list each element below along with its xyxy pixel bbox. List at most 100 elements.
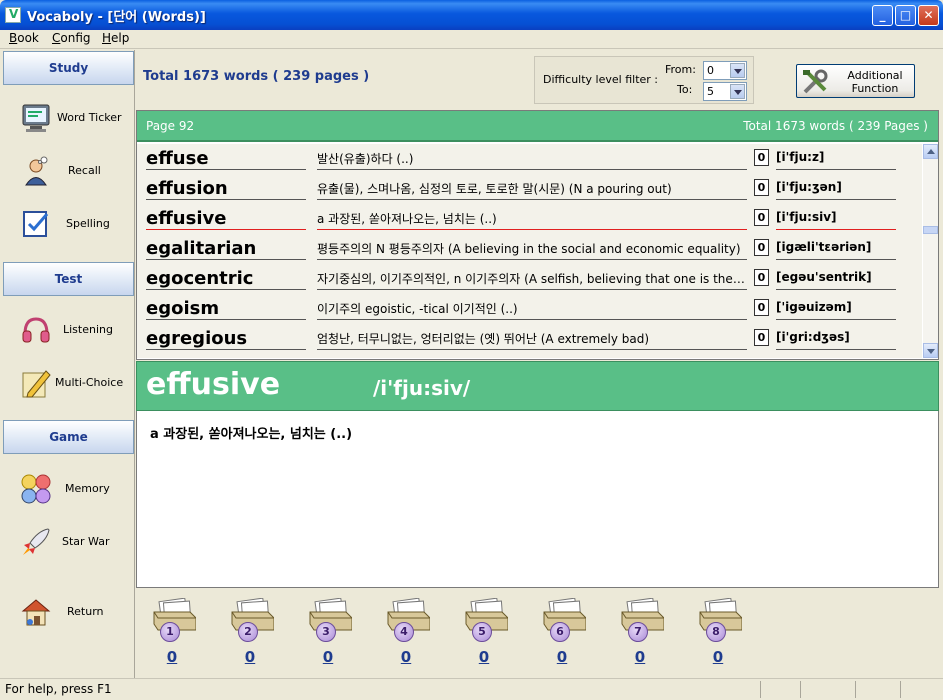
- box-count-link[interactable]: 0: [240, 648, 260, 666]
- home-icon: [21, 599, 51, 626]
- review-box-4[interactable]: 40: [382, 594, 442, 674]
- page-total: Total 1673 words ( 239 Pages ): [743, 119, 928, 133]
- review-box-2[interactable]: 20: [226, 594, 286, 674]
- row-pronunciation: [i'fju:siv]: [776, 210, 896, 230]
- difficulty-filter: Difficulty level filter : From: To: 0 5: [534, 56, 754, 104]
- maximize-button[interactable]: □: [895, 5, 916, 26]
- row-pronunciation: [egəu'sentrik]: [776, 270, 896, 290]
- review-box-8[interactable]: 80: [694, 594, 754, 674]
- word-rows: effuse 발산(유출)하다 (..) 0 [i'fju:z] effusion 유출(…: [137, 144, 922, 358]
- box-count-link[interactable]: 0: [318, 648, 338, 666]
- box-count-link[interactable]: 0: [552, 648, 572, 666]
- table-row[interactable]: egalitarian 평등주의의 N 평등주의자 (A believing in…: [137, 234, 922, 264]
- row-word: egregious: [146, 328, 306, 350]
- menu-help[interactable]: Help: [102, 31, 129, 45]
- row-count-badge[interactable]: 0: [754, 179, 769, 196]
- row-count-badge[interactable]: 0: [754, 299, 769, 316]
- detail-header: effusive /i'fju:siv/: [136, 361, 939, 411]
- box-count-link[interactable]: 0: [474, 648, 494, 666]
- sidebar-item-recall[interactable]: Recall: [16, 149, 134, 195]
- additional-function-button[interactable]: Additional Function: [796, 64, 915, 98]
- box-count-link[interactable]: 0: [708, 648, 728, 666]
- recall-label: Recall: [68, 164, 101, 177]
- game-section-button[interactable]: Game: [3, 420, 134, 454]
- total-words-summary: Total 1673 words ( 239 pages ): [143, 69, 370, 84]
- table-row[interactable]: egregious 엄청난, 터무니없는, 엉터리없는 (옛) 뛰어난 (A ex…: [137, 324, 922, 354]
- sidebar-item-return[interactable]: Return: [16, 590, 134, 636]
- table-row[interactable]: egoism 이기주의 egoistic, -tical 이기적인 (..) 0 ['…: [137, 294, 922, 324]
- title-bar[interactable]: Vocaboly - [단어 (Words)] _ □ ✕: [0, 0, 943, 30]
- scroll-thumb[interactable]: [923, 226, 938, 234]
- review-box-7[interactable]: 70: [616, 594, 676, 674]
- minimize-button[interactable]: _: [872, 5, 893, 26]
- row-count-badge[interactable]: 0: [754, 149, 769, 166]
- row-meaning: 이기주의 egoistic, -tical 이기적인 (..): [317, 300, 747, 320]
- to-select[interactable]: 5: [703, 82, 747, 101]
- box-number: 3: [316, 622, 336, 642]
- row-meaning: a 과장된, 쏟아져나오는, 넘치는 (..): [317, 210, 747, 230]
- row-pronunciation: ['igəuizəm]: [776, 300, 896, 320]
- scroll-down-icon[interactable]: [923, 343, 938, 358]
- study-section-button[interactable]: Study: [3, 51, 134, 85]
- row-meaning: 엄청난, 터무니없는, 엉터리없는 (옛) 뛰어난 (A extremely b…: [317, 330, 747, 350]
- box-number: 7: [628, 622, 648, 642]
- row-pronunciation: [igæli'tɛəriən]: [776, 240, 896, 260]
- detail-pronunciation: /i'fju:siv/: [373, 376, 471, 400]
- monitor-icon: [22, 104, 50, 132]
- table-row[interactable]: egocentric 자기중심의, 이기주의적인, n 이기주의자 (A self…: [137, 264, 922, 294]
- table-row[interactable]: effusive a 과장된, 쏟아져나오는, 넘치는 (..) 0 [i'fju:s…: [137, 204, 922, 234]
- app-window: Vocaboly - [단어 (Words)] _ □ ✕ Book Confi…: [0, 0, 943, 700]
- sidebar-item-listening[interactable]: Listening: [16, 308, 134, 354]
- box-count-link[interactable]: 0: [162, 648, 182, 666]
- faces-icon: [21, 474, 51, 504]
- row-word: egalitarian: [146, 238, 306, 260]
- box-count-link[interactable]: 0: [630, 648, 650, 666]
- review-box-1[interactable]: 10: [148, 594, 208, 674]
- chevron-down-icon[interactable]: [730, 63, 745, 78]
- status-divider: [855, 681, 856, 698]
- review-box-3[interactable]: 30: [304, 594, 364, 674]
- row-meaning: 자기중심의, 이기주의적인, n 이기주의자 (A selfish, belie…: [317, 270, 747, 290]
- sidebar: Study Word Ticker Recall Spelling Test L…: [0, 50, 135, 678]
- listening-label: Listening: [63, 323, 113, 336]
- row-count-badge[interactable]: 0: [754, 269, 769, 286]
- table-row[interactable]: effusion 유출(물), 스며나옴, 심정의 토로, 토로한 말(시문) (…: [137, 174, 922, 204]
- rocket-icon: [23, 528, 50, 555]
- row-count-badge[interactable]: 0: [754, 329, 769, 346]
- window-title: Vocaboly - [단어 (Words)]: [27, 10, 206, 25]
- box-count-link[interactable]: 0: [396, 648, 416, 666]
- box-number: 2: [238, 622, 258, 642]
- from-value: 0: [707, 64, 714, 77]
- row-meaning: 유출(물), 스며나옴, 심정의 토로, 토로한 말(시문) (N a pour…: [317, 180, 747, 200]
- sidebar-item-star-war[interactable]: Star War: [16, 520, 134, 566]
- menu-bar: Book Config Help: [0, 30, 943, 49]
- box-number: 4: [394, 622, 414, 642]
- page-header: Page 92 Total 1673 words ( 239 Pages ): [137, 111, 938, 142]
- chevron-down-icon[interactable]: [730, 84, 745, 99]
- box-number: 8: [706, 622, 726, 642]
- box-number: 1: [160, 622, 180, 642]
- vertical-scrollbar[interactable]: [923, 144, 938, 358]
- from-select[interactable]: 0: [703, 61, 747, 80]
- sidebar-item-multi-choice[interactable]: Multi-Choice: [16, 361, 134, 407]
- sidebar-item-word-ticker[interactable]: Word Ticker: [16, 96, 134, 142]
- menu-book[interactable]: Book: [9, 31, 39, 45]
- review-box-6[interactable]: 60: [538, 594, 598, 674]
- sidebar-item-memory[interactable]: Memory: [16, 467, 134, 513]
- box-number: 6: [550, 622, 570, 642]
- row-word: effuse: [146, 148, 306, 170]
- test-section-button[interactable]: Test: [3, 262, 134, 296]
- table-row[interactable]: effuse 발산(유출)하다 (..) 0 [i'fju:z]: [137, 144, 922, 174]
- close-button[interactable]: ✕: [918, 5, 939, 26]
- row-count-badge[interactable]: 0: [754, 239, 769, 256]
- app-icon[interactable]: [5, 7, 21, 23]
- box-number: 5: [472, 622, 492, 642]
- row-pronunciation: [i'gri:dʒəs]: [776, 330, 896, 350]
- row-word: egocentric: [146, 268, 306, 290]
- menu-config[interactable]: Config: [52, 31, 91, 45]
- review-box-5[interactable]: 50: [460, 594, 520, 674]
- row-count-badge[interactable]: 0: [754, 209, 769, 226]
- page-number: Page 92: [146, 119, 195, 133]
- sidebar-item-spelling[interactable]: Spelling: [16, 202, 134, 248]
- scroll-up-icon[interactable]: [923, 144, 938, 159]
